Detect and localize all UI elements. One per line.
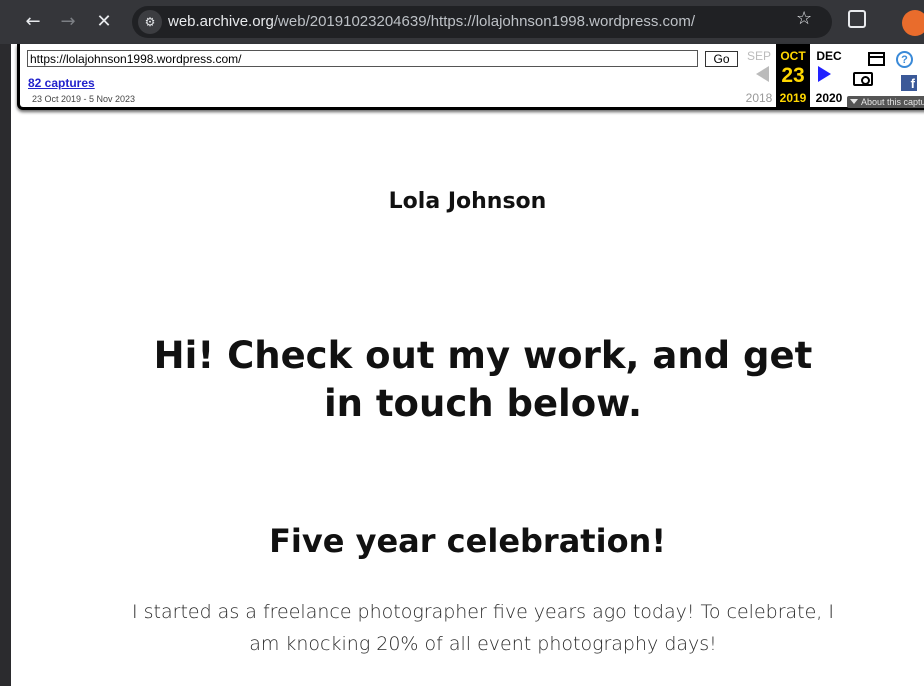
star-icon[interactable]: ☆ [796,8,812,29]
prev-month-label[interactable]: SEP [742,49,776,63]
stop-icon[interactable]: ✕ [90,8,118,36]
wayback-toolbar: https://lolajohnson1998.wordpress.com/ G… [17,44,924,110]
address-bar[interactable]: ⚙ web.archive.org/web/20191023204639/htt… [132,6,832,38]
address-bar-url[interactable]: web.archive.org/web/20191023204639/https… [168,13,695,30]
capture-date-range: 23 Oct 2019 - 5 Nov 2023 [32,94,136,104]
current-month-label: OCT [780,49,806,63]
next-capture-arrow-icon[interactable] [818,66,831,82]
next-month-label[interactable]: DEC [812,49,846,63]
site-info-icon[interactable]: ⚙ [138,10,162,34]
web-page-icon[interactable] [868,52,885,66]
screenshot-icon[interactable] [853,72,873,86]
dropdown-triangle-icon [850,99,858,104]
current-year-label: 2019 [779,91,807,105]
extensions-icon[interactable] [848,10,866,28]
back-icon[interactable]: ← [19,8,47,36]
window-edge [0,44,11,686]
profile-icon[interactable] [902,10,924,36]
help-icon[interactable]: ? [896,51,913,68]
facebook-icon[interactable]: f [901,75,917,91]
site-title[interactable]: Lola Johnson [11,189,924,214]
hero-heading: Hi! Check out my work, and get in touch … [153,334,813,425]
section-text: I started as a freelance photographer fi… [132,601,834,655]
about-capture-label: About this capture [861,97,924,107]
about-capture-button[interactable]: About this capture [847,96,924,108]
browser-toolbar: ← → ✕ ⚙ web.archive.org/web/201910232046… [0,0,924,44]
forward-icon[interactable]: → [54,8,82,36]
wayback-go-button[interactable]: Go [705,51,738,67]
current-day: 23 [781,64,805,87]
captures-link[interactable]: 82 captures [28,76,95,90]
wayback-url-input[interactable]: https://lolajohnson1998.wordpress.com/ [27,50,698,67]
url-path: /web/20191023204639/https://lolajohnson1… [273,13,696,30]
url-host: web.archive.org [168,13,274,30]
next-year-label[interactable]: 2020 [812,91,846,105]
section-heading: Five year celebration! [269,522,666,560]
prev-capture-arrow-icon[interactable] [756,66,769,82]
prev-year-label[interactable]: 2018 [742,91,776,105]
